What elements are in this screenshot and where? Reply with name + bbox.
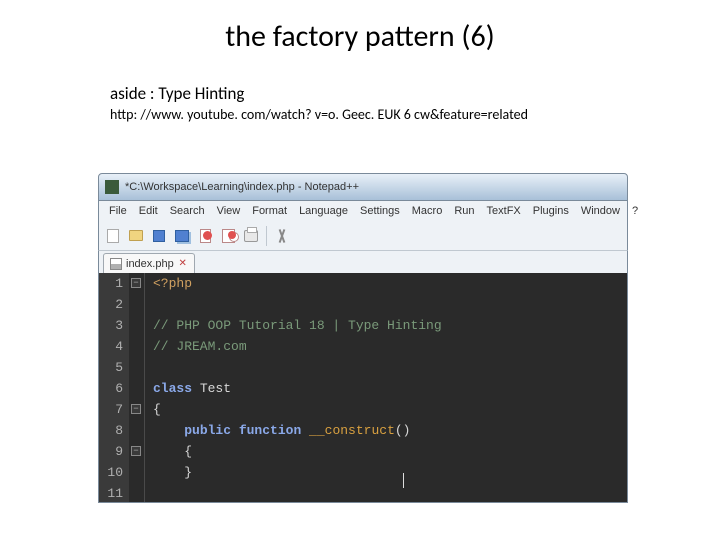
print-button[interactable] bbox=[241, 226, 261, 246]
code-keyword: class bbox=[153, 381, 192, 396]
menu-macro[interactable]: Macro bbox=[406, 205, 449, 217]
cut-icon bbox=[276, 229, 288, 243]
toolbar bbox=[98, 221, 628, 251]
code-comment: // JREAM.com bbox=[153, 339, 247, 354]
line-number: 3 bbox=[99, 315, 123, 336]
code-token: <?php bbox=[153, 276, 192, 291]
line-number: 9 bbox=[99, 441, 123, 462]
line-number: 1 bbox=[99, 273, 123, 294]
toolbar-separator bbox=[266, 226, 267, 246]
save-button[interactable] bbox=[149, 226, 169, 246]
close-file-button[interactable] bbox=[195, 226, 215, 246]
line-number: 11 bbox=[99, 483, 123, 504]
cut-button[interactable] bbox=[272, 226, 292, 246]
new-file-icon bbox=[107, 229, 119, 243]
line-number: 8 bbox=[99, 420, 123, 441]
save-all-button[interactable] bbox=[172, 226, 192, 246]
close-file-icon bbox=[200, 229, 211, 243]
code-token: { bbox=[153, 402, 161, 417]
slide-title: the factory pattern (6) bbox=[0, 18, 720, 55]
menu-textfx[interactable]: TextFX bbox=[481, 205, 527, 217]
code-area[interactable]: <?php // PHP OOP Tutorial 18 | Type Hint… bbox=[145, 273, 627, 502]
menu-language[interactable]: Language bbox=[293, 205, 354, 217]
line-number: 10 bbox=[99, 462, 123, 483]
tab-label: index.php bbox=[126, 258, 174, 270]
code-keyword: public bbox=[184, 423, 231, 438]
code-token: () bbox=[395, 423, 411, 438]
fold-marker-icon[interactable]: − bbox=[131, 446, 141, 456]
line-number: 6 bbox=[99, 378, 123, 399]
line-number: 5 bbox=[99, 357, 123, 378]
code-keyword: function bbox=[231, 423, 301, 438]
menu-edit[interactable]: Edit bbox=[133, 205, 164, 217]
menu-plugins[interactable]: Plugins bbox=[527, 205, 575, 217]
fold-marker-icon[interactable]: − bbox=[131, 278, 141, 288]
menu-window[interactable]: Window bbox=[575, 205, 626, 217]
fold-column: − − − bbox=[129, 273, 145, 502]
code-token: Test bbox=[192, 381, 231, 396]
menu-view[interactable]: View bbox=[211, 205, 247, 217]
print-icon bbox=[244, 230, 258, 242]
menu-file[interactable]: File bbox=[103, 205, 133, 217]
menu-format[interactable]: Format bbox=[246, 205, 293, 217]
window-titlebar[interactable]: *C:\Workspace\Learning\index.php - Notep… bbox=[98, 173, 628, 201]
tab-index-php[interactable]: index.php ✕ bbox=[103, 253, 195, 273]
line-number: 2 bbox=[99, 294, 123, 315]
line-number: 4 bbox=[99, 336, 123, 357]
open-file-button[interactable] bbox=[126, 226, 146, 246]
app-icon bbox=[105, 180, 119, 194]
menu-settings[interactable]: Settings bbox=[354, 205, 406, 217]
new-file-button[interactable] bbox=[103, 226, 123, 246]
line-number: 7 bbox=[99, 399, 123, 420]
tab-bar: index.php ✕ bbox=[98, 251, 628, 273]
file-icon bbox=[110, 258, 122, 270]
window-title: *C:\Workspace\Learning\index.php - Notep… bbox=[125, 181, 359, 193]
ide-window: *C:\Workspace\Learning\index.php - Notep… bbox=[98, 173, 628, 503]
slide-subtitle: aside : Type Hinting bbox=[110, 83, 720, 104]
text-cursor bbox=[403, 473, 404, 488]
save-icon bbox=[153, 230, 165, 242]
menu-help[interactable]: ? bbox=[626, 205, 644, 217]
tab-close-icon[interactable]: ✕ bbox=[178, 259, 188, 269]
open-folder-icon bbox=[129, 230, 143, 241]
slide-link: http: //www. youtube. com/watch? v=o. Ge… bbox=[110, 106, 720, 123]
code-token: } bbox=[184, 465, 192, 480]
code-comment: // PHP OOP Tutorial 18 | Type Hinting bbox=[153, 318, 442, 333]
line-gutter: 1 2 3 4 5 6 7 8 9 10 11 bbox=[99, 273, 129, 502]
fold-marker-icon[interactable]: − bbox=[131, 404, 141, 414]
close-all-icon bbox=[222, 229, 235, 243]
save-all-icon bbox=[175, 230, 189, 242]
menu-run[interactable]: Run bbox=[448, 205, 480, 217]
code-token: { bbox=[184, 444, 192, 459]
menu-bar: File Edit Search View Format Language Se… bbox=[98, 201, 628, 221]
close-all-button[interactable] bbox=[218, 226, 238, 246]
menu-search[interactable]: Search bbox=[164, 205, 211, 217]
code-editor[interactable]: 1 2 3 4 5 6 7 8 9 10 11 − − − <?php // P… bbox=[98, 273, 628, 503]
code-token: __construct bbox=[301, 423, 395, 438]
